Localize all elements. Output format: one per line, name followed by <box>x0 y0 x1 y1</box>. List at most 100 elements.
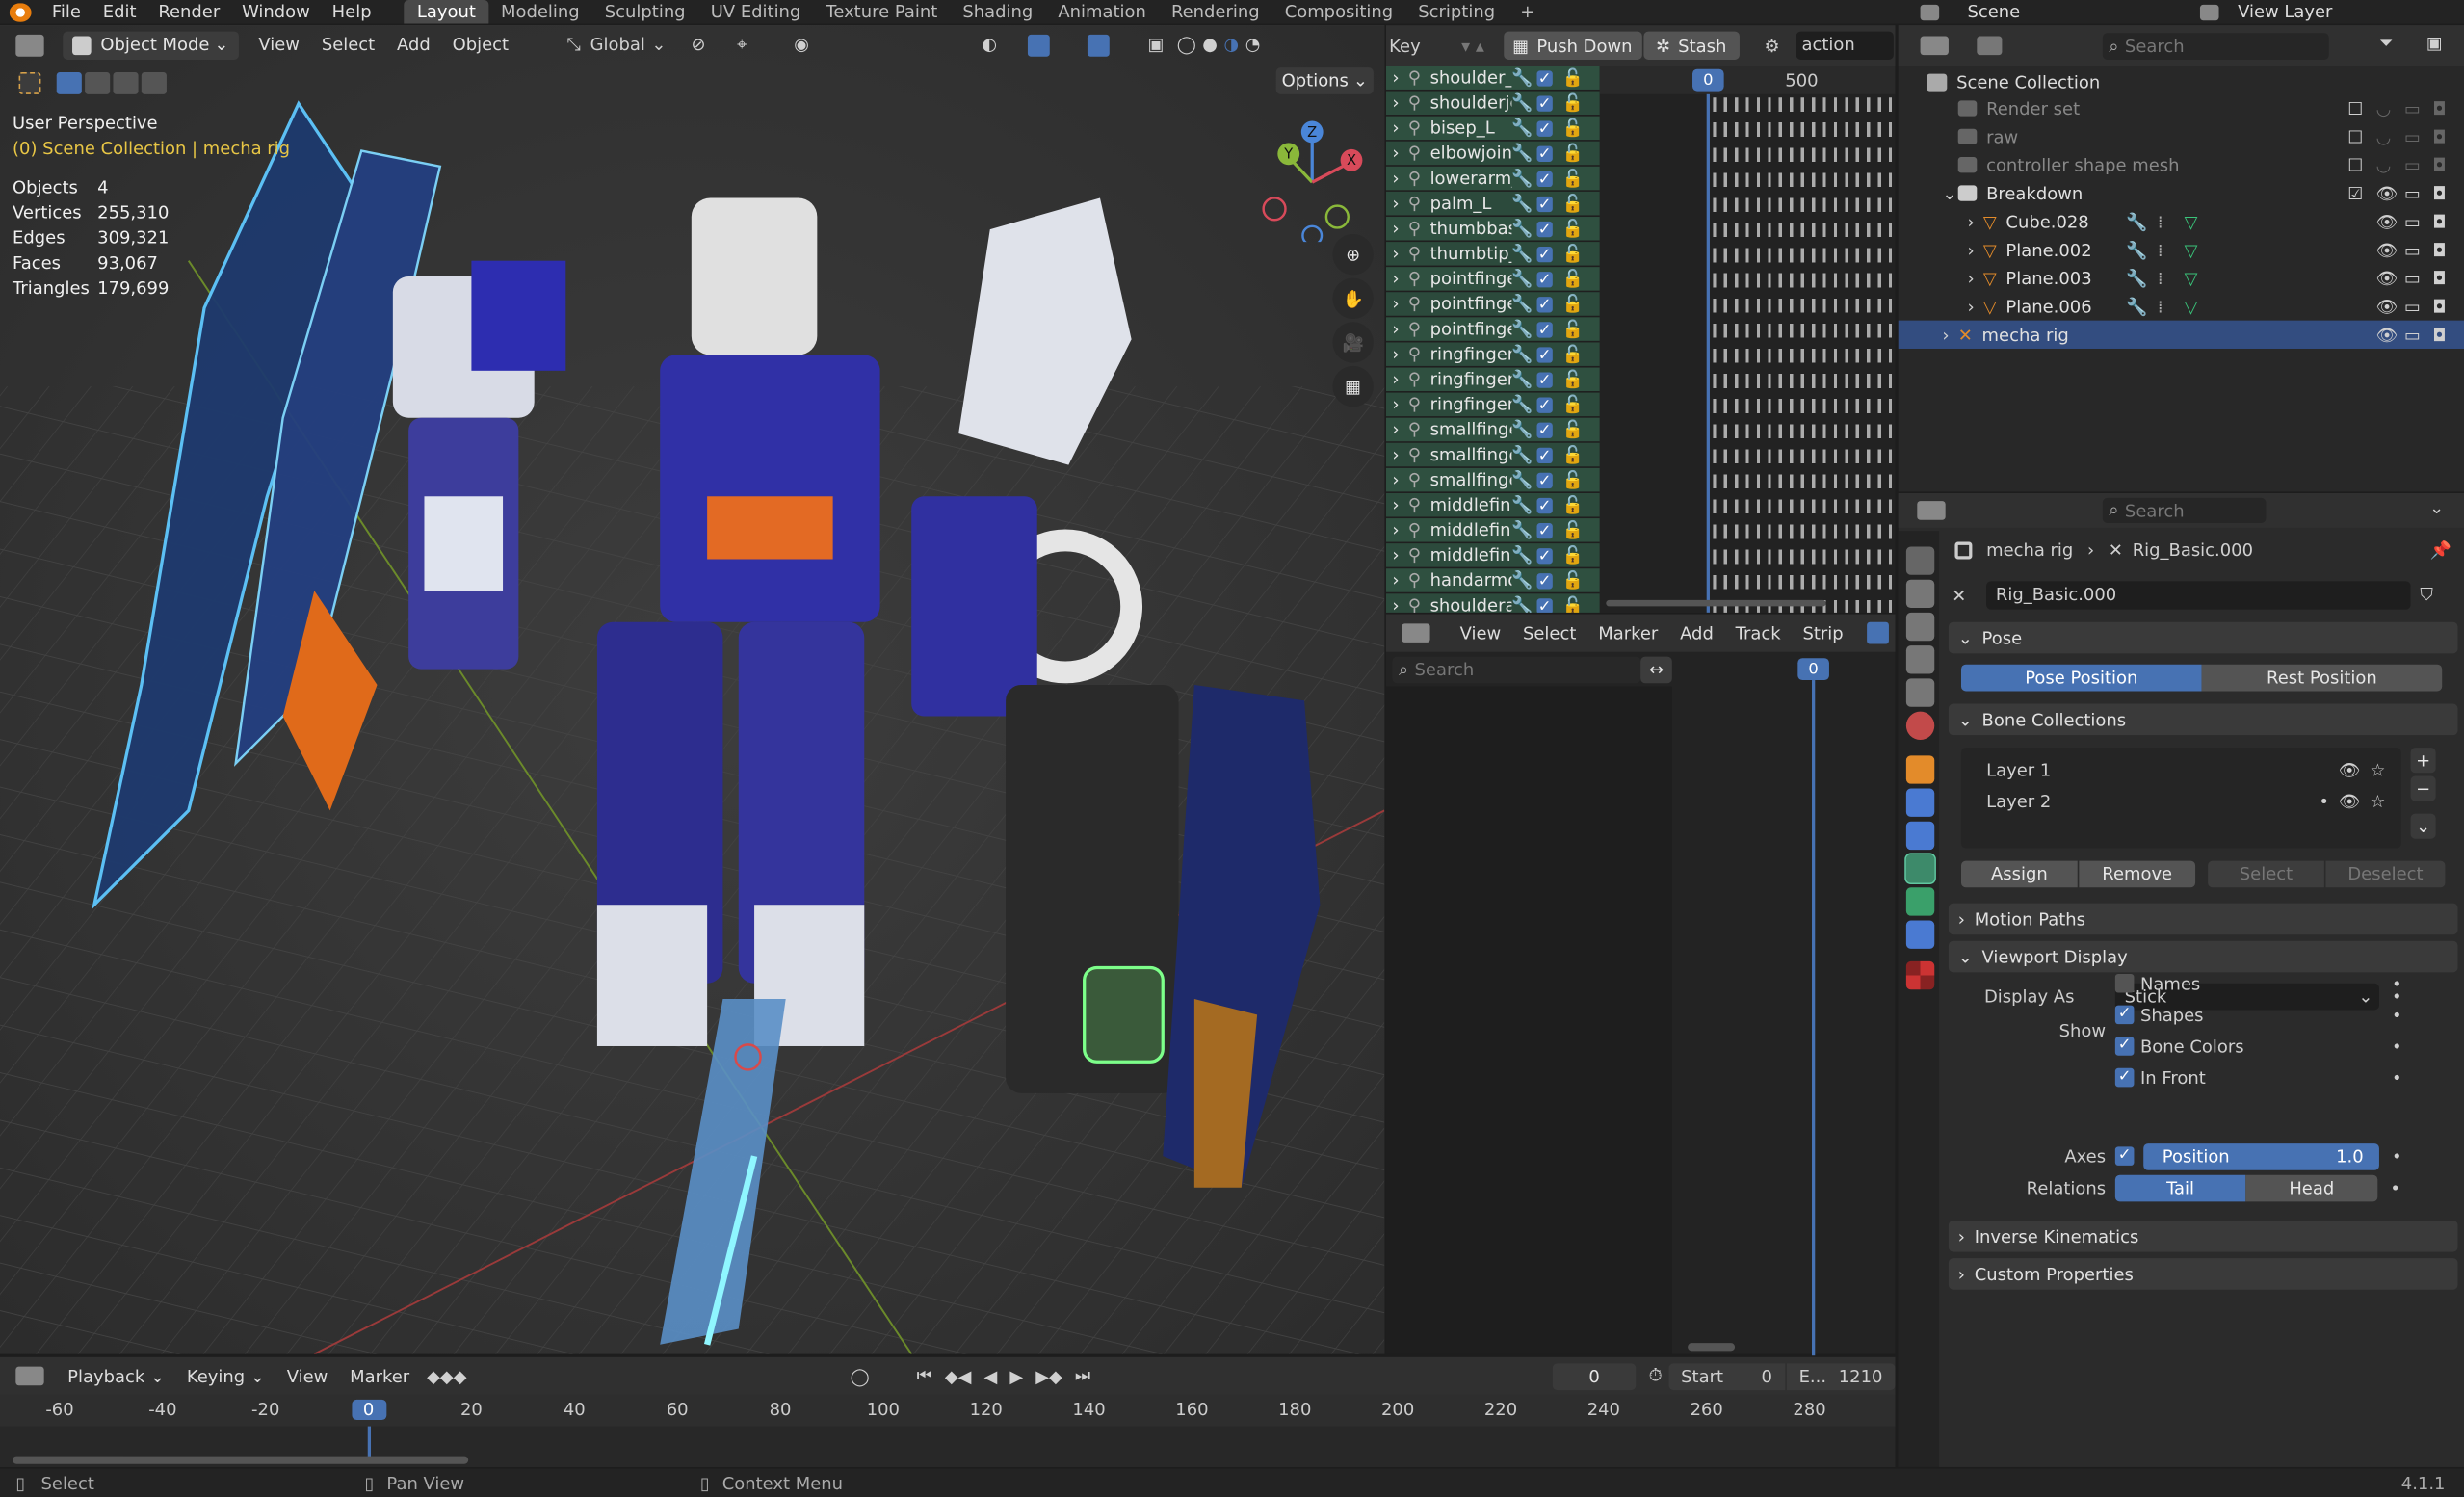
armature-data-tab-icon[interactable] <box>1904 853 1936 885</box>
snap-icon[interactable]: ⌖ <box>737 34 747 56</box>
jump-start-icon[interactable]: ⏮ <box>917 1365 932 1387</box>
show-option-bone-colors[interactable]: Bone Colors• <box>2114 1031 2414 1063</box>
auto-key-icon[interactable]: ◯ <box>851 1366 870 1386</box>
chevron-right-icon[interactable]: › <box>1968 296 1983 316</box>
animate-dot-icon[interactable]: • <box>2392 1067 2402 1088</box>
show-option-shapes[interactable]: Shapes• <box>2114 999 2414 1031</box>
timeline-menu-keying[interactable]: Keying ⌄ <box>175 1366 275 1386</box>
tab-rendering[interactable]: Rendering <box>1159 0 1272 23</box>
wrench-icon[interactable]: 🔧 <box>1511 67 1536 88</box>
chevron-right-icon[interactable]: › <box>1392 520 1407 540</box>
lock-icon[interactable]: 🔓 <box>1562 294 1584 314</box>
chevron-right-icon[interactable]: › <box>1392 168 1407 188</box>
lock-icon[interactable]: 🔓 <box>1562 419 1584 439</box>
nla-track-row[interactable]: ›⚲ shoulder_🔧 🔓 <box>1385 66 1600 92</box>
chevron-down-icon[interactable]: ⌄ <box>2410 813 2436 839</box>
menu-window[interactable]: Window <box>231 2 322 22</box>
eye-icon[interactable]: 👁 <box>2376 240 2398 260</box>
mode-dropdown[interactable]: Object Mode ⌄ <box>63 30 239 60</box>
track-enable-checkbox[interactable] <box>1536 547 1553 564</box>
checkbox[interactable] <box>2114 1005 2135 1025</box>
lock-icon[interactable]: 🔓 <box>1562 595 1584 613</box>
bone-constraint-tab-icon[interactable] <box>1905 920 1935 949</box>
chevron-right-icon[interactable]: › <box>1392 595 1407 613</box>
nla-track-row[interactable]: ›⚲ ringfinger🔧 🔓 <box>1385 342 1600 368</box>
wrench-icon[interactable]: 🔧 <box>1511 244 1536 264</box>
deselect-button[interactable]: Deselect <box>2325 860 2446 888</box>
select-extend-icon[interactable] <box>85 72 111 94</box>
track-enable-checkbox[interactable] <box>1536 346 1553 362</box>
add-collection-icon[interactable]: + <box>2410 748 2436 774</box>
nla-track-row[interactable]: ›⚲ elbowjoint🔧 🔓 <box>1385 141 1600 167</box>
track-enable-checkbox[interactable] <box>1536 296 1553 312</box>
animate-dot-icon[interactable]: • <box>2392 973 2402 993</box>
viewport-menu-object[interactable]: Object <box>441 35 519 55</box>
nla-track-row[interactable]: ›⚲ smallfinge🔧 🔓 <box>1385 467 1600 494</box>
scene-selector[interactable]: Scene <box>1920 0 2020 23</box>
assign-button[interactable]: Assign <box>1960 860 2078 888</box>
track-enable-checkbox[interactable] <box>1536 196 1553 212</box>
editor-type-icon[interactable] <box>1920 36 1949 56</box>
remove-button[interactable]: Remove <box>2079 860 2196 888</box>
camera-icon[interactable]: ◘ <box>2432 126 2446 146</box>
lock-icon[interactable]: 🔓 <box>1562 470 1584 490</box>
filter-icon[interactable]: ▾ ▴ <box>1461 36 1484 56</box>
wrench-icon[interactable]: 🔧 <box>1511 92 1536 113</box>
view-layer-tab-icon[interactable] <box>1905 645 1935 674</box>
chevron-right-icon[interactable]: › <box>1392 67 1407 88</box>
nla-track-row[interactable]: ›⚲ shoulderjc🔧 🔓 <box>1385 91 1600 117</box>
nla-track-row[interactable]: ›⚲ handarmo🔧 🔓 <box>1385 568 1600 594</box>
swap-icon[interactable]: ↔ <box>1640 656 1672 684</box>
tab-animation[interactable]: Animation <box>1045 0 1159 23</box>
eye-icon[interactable]: 👁 <box>2376 268 2398 288</box>
render-tab-icon[interactable] <box>1905 579 1935 609</box>
strip-menu-view[interactable]: View <box>1449 623 1511 643</box>
lock-icon[interactable]: 🔓 <box>1562 369 1584 389</box>
bone-collection-item[interactable]: Layer 2 • 👁 ☆ <box>1961 785 2401 817</box>
pivot-icon[interactable]: ⊘ <box>692 35 706 55</box>
outliner-item[interactable]: › ▽ Cube.028 🔧 ⁞ ▽ 👁 ▭ ◘ <box>1899 207 2464 235</box>
chevron-right-icon[interactable]: › <box>1392 394 1407 414</box>
track-enable-checkbox[interactable] <box>1536 572 1553 589</box>
chevron-right-icon[interactable]: › <box>1392 495 1407 515</box>
lock-icon[interactable]: 🔓 <box>1562 444 1584 464</box>
track-enable-checkbox[interactable] <box>1536 144 1553 162</box>
action-icon[interactable]: ⚙ <box>1765 36 1780 56</box>
chevron-right-icon[interactable]: › <box>1942 325 1957 345</box>
menu-edit[interactable]: Edit <box>92 2 147 22</box>
wrench-icon[interactable]: 🔧 <box>1511 344 1536 364</box>
end-frame-field[interactable]: E... 1210 <box>1786 1362 1896 1390</box>
pose-panel-header[interactable]: ⌄ Pose <box>1948 621 2458 654</box>
track-enable-checkbox[interactable] <box>1536 371 1553 387</box>
strip-menu-strip[interactable]: Strip <box>1792 623 1854 643</box>
rest-position-button[interactable]: Rest Position <box>2201 663 2443 691</box>
blender-logo-icon[interactable] <box>9 2 32 22</box>
modifier-tab-icon[interactable] <box>1905 788 1935 817</box>
remove-collection-icon[interactable]: − <box>2410 775 2436 801</box>
chevron-right-icon[interactable]: › <box>1392 294 1407 314</box>
wrench-icon[interactable]: 🔧 <box>1511 294 1536 314</box>
wrench-icon[interactable]: 🔧 <box>1511 219 1536 239</box>
track-enable-checkbox[interactable] <box>1536 522 1553 538</box>
lock-icon[interactable]: 🔓 <box>1562 344 1584 364</box>
lock-icon[interactable]: 🔓 <box>1562 67 1584 88</box>
viewport-menu-add[interactable]: Add <box>386 35 442 55</box>
eye-icon[interactable]: 👁 <box>2339 759 2361 779</box>
wrench-icon[interactable]: 🔧 <box>1511 143 1536 163</box>
nla-track-row[interactable]: ›⚲ smallfinge🔧 🔓 <box>1385 442 1600 468</box>
tab-modeling[interactable]: Modeling <box>488 0 592 23</box>
overlay-toggle-icon[interactable] <box>1088 34 1111 56</box>
camera-icon[interactable]: ◘ <box>2432 98 2446 118</box>
tool-tab-icon[interactable] <box>1905 546 1935 575</box>
monitor-icon[interactable]: ▭ <box>2404 296 2421 316</box>
viewport-menu-view[interactable]: View <box>248 35 310 55</box>
checkbox[interactable] <box>2114 1037 2135 1056</box>
lock-icon[interactable]: 🔓 <box>1562 495 1584 515</box>
chevron-right-icon[interactable]: › <box>1392 143 1407 163</box>
camera-icon[interactable]: ◘ <box>2432 155 2446 175</box>
nla-track-row[interactable]: ›⚲ ringfinger🔧 🔓 <box>1385 392 1600 418</box>
nla-track-row[interactable]: ›⚲ ringfinger🔧 🔓 <box>1385 367 1600 393</box>
star-icon[interactable]: ☆ <box>2370 759 2385 779</box>
viewport-menu-select[interactable]: Select <box>310 35 385 55</box>
chevron-right-icon[interactable]: › <box>1392 194 1407 214</box>
